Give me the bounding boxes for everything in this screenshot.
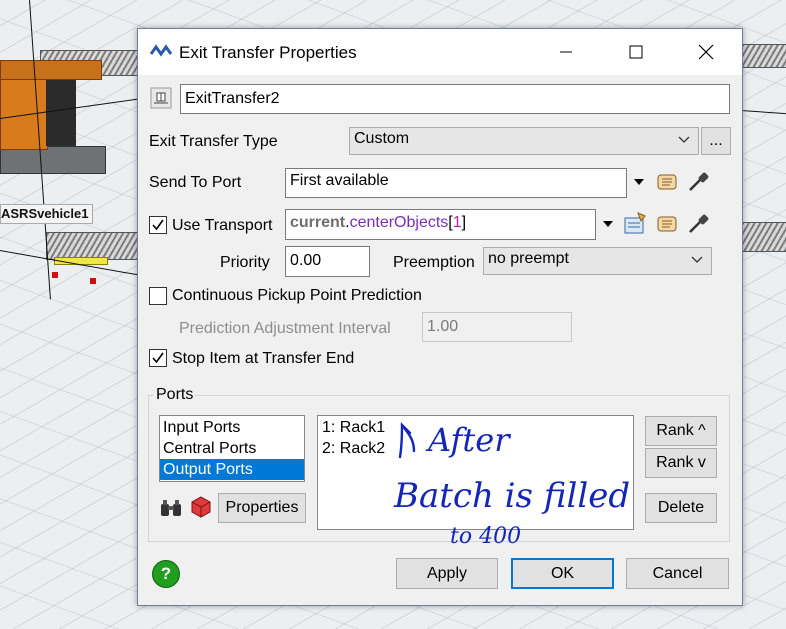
delete-button[interactable]: Delete [645, 493, 717, 523]
priority-label: Priority [220, 254, 270, 271]
rank-up-button[interactable]: Rank ^ [645, 416, 717, 446]
dropdown-arrow-icon[interactable] [634, 179, 644, 185]
chevron-down-icon [691, 256, 703, 263]
prediction-interval-input[interactable]: 1.00 [422, 312, 572, 342]
ports-group-label: Ports [154, 386, 196, 404]
conveyor-mid-left [46, 232, 140, 260]
continuous-pickup-checkbox[interactable] [149, 287, 167, 305]
ok-button[interactable]: OK [511, 558, 614, 589]
exit-transfer-type-label: Exit Transfer Type [149, 133, 278, 150]
properties-button[interactable]: Properties [218, 493, 306, 523]
chevron-down-icon [678, 136, 690, 143]
eyedropper-icon[interactable] [686, 212, 710, 236]
object-name-input[interactable]: ExitTransfer2 [180, 84, 730, 114]
more-options-button[interactable]: ... [701, 127, 731, 155]
exit-transfer-properties-dialog: Exit Transfer Properties ExitTransfer2 E… [137, 28, 743, 606]
asrs-vehicle-base [0, 146, 106, 174]
prediction-interval-label: Prediction Adjustment Interval [179, 320, 391, 337]
binoculars-icon[interactable] [159, 496, 183, 520]
rank-down-button[interactable]: Rank v [645, 448, 717, 478]
exit-transfer-type-value: Custom [354, 130, 410, 147]
checkmark-icon [152, 352, 164, 364]
help-icon[interactable]: ? [152, 560, 180, 588]
app-logo-icon [150, 44, 172, 57]
exit-transfer-type-select[interactable]: Custom [349, 127, 699, 155]
port-type-list[interactable]: Input Ports Central Ports Output Ports [159, 415, 305, 482]
code-keyword: current [290, 214, 346, 231]
code-index: 1 [452, 214, 462, 231]
asrs-vehicle-mast [46, 80, 76, 146]
dialog-title: Exit Transfer Properties [179, 43, 357, 62]
preemption-value: no preempt [488, 250, 569, 267]
apply-button[interactable]: Apply [396, 558, 498, 589]
cube-icon[interactable] [189, 495, 213, 519]
dropdown-arrow-icon[interactable] [603, 221, 613, 227]
minimize-icon [560, 51, 572, 53]
maximize-icon [629, 45, 643, 59]
code-bracket: ] [461, 214, 467, 231]
checkmark-icon [152, 219, 164, 231]
port-type-item[interactable]: Input Ports [160, 417, 304, 438]
script-icon[interactable] [655, 170, 679, 194]
stop-item-label[interactable]: Stop Item at Transfer End [172, 350, 354, 368]
conveyor-top-right [741, 44, 786, 68]
preemption-select[interactable]: no preempt [483, 247, 712, 275]
handwritten-note-line3: to 400 [450, 524, 522, 549]
close-icon [698, 44, 714, 60]
preemption-label: Preemption [393, 254, 475, 271]
maximize-button[interactable] [614, 37, 658, 67]
asrs-vehicle-top [0, 60, 102, 80]
minimize-button[interactable] [544, 37, 588, 67]
continuous-pickup-label[interactable]: Continuous Pickup Point Prediction [172, 287, 422, 305]
use-transport-label[interactable]: Use Transport [172, 217, 272, 235]
send-to-port-label: Send To Port [149, 174, 242, 191]
title-bar[interactable]: Exit Transfer Properties [138, 29, 742, 75]
close-button[interactable] [684, 37, 728, 67]
use-transport-input[interactable]: current.centerObjects[1] [285, 209, 596, 240]
red-marker [90, 278, 96, 284]
handwritten-note-line1: After [428, 421, 510, 459]
handwritten-note-line2: Batch is filled [394, 476, 631, 516]
template-icon[interactable] [623, 212, 647, 236]
red-marker [52, 272, 58, 278]
arrow-annotation [398, 422, 416, 459]
vehicle-label: ASRSvehicle1 [0, 204, 94, 224]
stop-item-checkbox[interactable] [149, 349, 167, 367]
eyedropper-icon[interactable] [686, 170, 710, 194]
connector-line [740, 110, 786, 115]
cancel-button[interactable]: Cancel [626, 558, 729, 589]
port-type-item-selected[interactable]: Output Ports [160, 459, 304, 480]
use-transport-checkbox[interactable] [149, 216, 167, 234]
conveyor-mid-right [741, 222, 786, 252]
object-icon [150, 87, 172, 109]
script-icon[interactable] [655, 212, 679, 236]
code-method: centerObjects [349, 214, 449, 231]
send-to-port-input[interactable]: First available [285, 168, 627, 198]
priority-input[interactable]: 0.00 [285, 246, 370, 277]
port-type-item[interactable]: Central Ports [160, 438, 304, 459]
